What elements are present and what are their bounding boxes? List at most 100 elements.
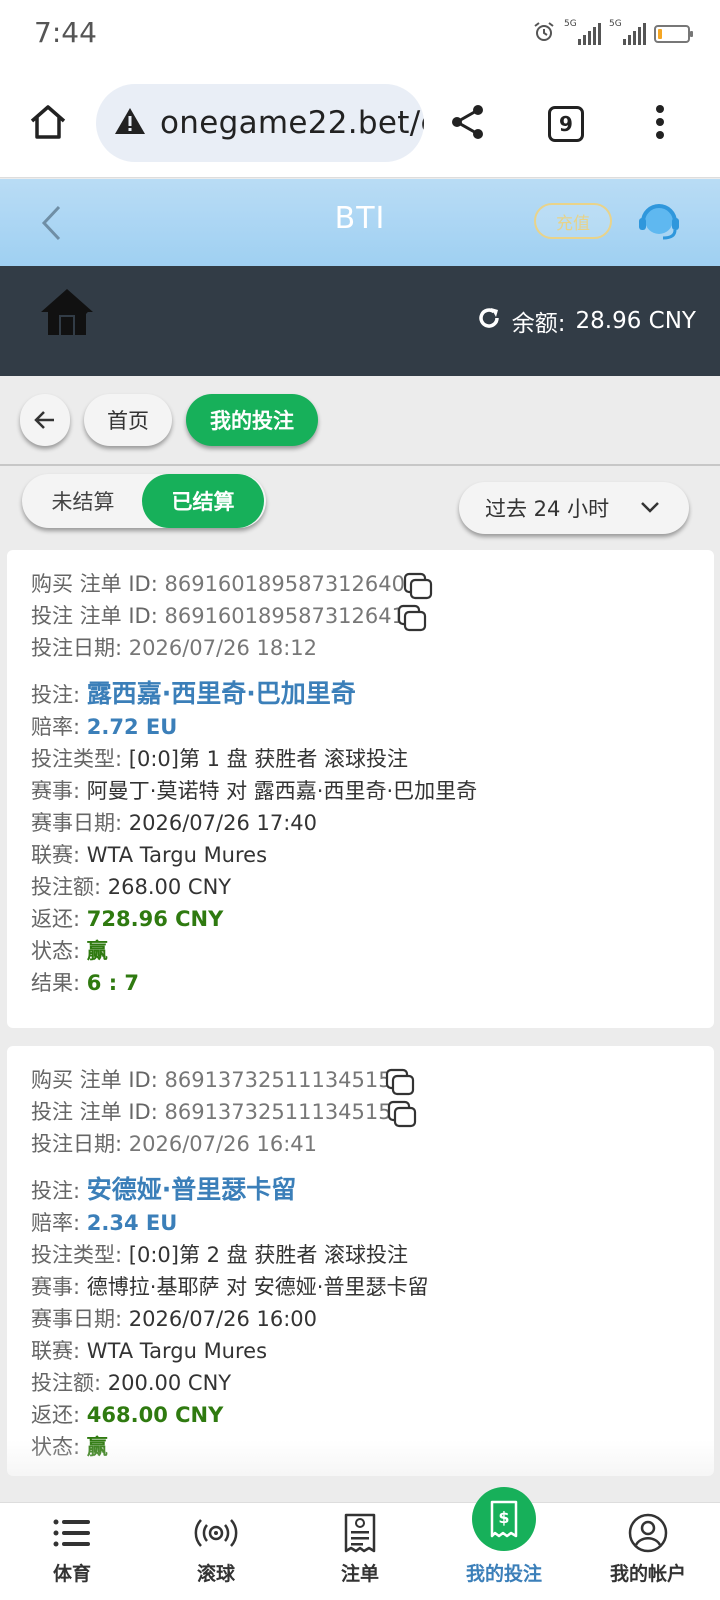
balance-display: 余额: 28.96 CNY <box>476 304 696 338</box>
house-icon[interactable] <box>36 284 98 340</box>
return-row: 返还: 728.96 CNY <box>31 907 224 931</box>
nav-label: 体育 <box>52 1563 91 1585</box>
bet-card: 购买 注单 ID: 869137325111345152 投注 注单 ID: 8… <box>7 1046 714 1476</box>
purchase-id: 869160189587312640 <box>164 572 405 596</box>
event-name: 德博拉·基耶萨 对 安德娅·普里瑟卡留 <box>86 1275 429 1299</box>
recharge-button[interactable]: 充值 <box>534 203 612 239</box>
purchase-id-row: 购买 注单 ID: 869160189587312640 <box>31 568 690 600</box>
nav-label: 我的投注 <box>465 1563 542 1585</box>
tab-count: 9 <box>548 106 584 142</box>
chevron-down-icon <box>639 496 661 523</box>
unsettled-tab[interactable]: 未结算 <box>22 474 144 528</box>
headset-icon[interactable] <box>634 197 684 247</box>
more-icon[interactable] <box>648 100 672 144</box>
stake-row: 投注额: 268.00 CNY <box>31 875 232 899</box>
bet-id-row: 投注 注单 ID: 869160189587312641 <box>31 600 690 632</box>
user-circle-icon <box>627 1513 669 1553</box>
stake-amount: 268.00 CNY <box>107 875 232 899</box>
result-score: 6 : 7 <box>86 971 140 995</box>
status-badge: 赢 <box>86 939 108 963</box>
return-amount: 468.00 CNY <box>86 1403 224 1427</box>
bet-card: 购买 注单 ID: 869160189587312640 投注 注单 ID: 8… <box>7 550 714 1028</box>
period-dropdown[interactable]: 过去 24 小时 <box>459 482 689 534</box>
alarm-icon <box>532 20 556 48</box>
status-icons: 5G 5G <box>532 19 693 48</box>
arrow-left-icon <box>34 411 54 429</box>
back-button[interactable] <box>20 394 70 446</box>
browser-toolbar: onegame22.bet/g 9 <box>0 68 720 178</box>
money-receipt-icon[interactable]: $ <box>472 1487 536 1551</box>
event-date-row: 赛事日期: 2026/07/26 16:00 <box>31 1307 317 1331</box>
event-date-row: 赛事日期: 2026/07/26 17:40 <box>31 811 317 835</box>
status-time: 7:44 <box>34 16 97 49</box>
app-header: BTI 充值 <box>0 179 720 266</box>
bet-type: [0:0]第 2 盘 获胜者 滚球投注 <box>128 1243 409 1267</box>
battery-icon <box>654 25 693 43</box>
nav-item-account[interactable]: 我的帐户 <box>576 1503 720 1600</box>
bet-id: 869160189587312641 <box>164 604 405 628</box>
share-icon[interactable] <box>446 100 490 144</box>
bet-date: 2026/07/26 18:12 <box>128 636 317 660</box>
nav-label: 我的帐户 <box>609 1563 686 1585</box>
address-bar[interactable]: onegame22.bet/g <box>96 84 424 162</box>
home-pill[interactable]: 首页 <box>84 394 172 446</box>
nav-pills: 首页 我的投注 <box>0 376 720 466</box>
bet-type-row: 投注类型: [0:0]第 2 盘 获胜者 滚球投注 <box>31 1243 409 1267</box>
bet-type: [0:0]第 1 盘 获胜者 滚球投注 <box>128 747 409 771</box>
stake-row: 投注额: 200.00 CNY <box>31 1371 232 1395</box>
result-row: 结果: 6 : 7 <box>31 971 140 995</box>
odds-value: 2.34 EU <box>86 1211 178 1235</box>
stake-amount: 200.00 CNY <box>107 1371 232 1395</box>
league-row: 联赛: WTA Targu Mures <box>31 843 268 867</box>
url-text[interactable]: onegame22.bet/g <box>160 105 424 141</box>
bet-date: 2026/07/26 16:41 <box>128 1132 317 1156</box>
balance-amount: 28.96 CNY <box>575 308 696 334</box>
league-name: WTA Targu Mures <box>86 1339 268 1363</box>
tab-switcher-button[interactable]: 9 <box>546 104 586 144</box>
nav-item-live[interactable]: 滚球 <box>144 1503 288 1600</box>
bet-type-row: 投注类型: [0:0]第 1 盘 获胜者 滚球投注 <box>31 747 409 771</box>
return-amount: 728.96 CNY <box>86 907 224 931</box>
home-icon[interactable] <box>26 100 70 144</box>
nav-item-tickets[interactable]: 注单 <box>288 1503 432 1600</box>
refresh-icon[interactable] <box>476 305 502 337</box>
bet-id-row: 投注 注单 ID: 869137325111345153 <box>31 1096 690 1128</box>
league-row: 联赛: WTA Targu Mures <box>31 1339 268 1363</box>
bet-id: 869137325111345153 <box>164 1100 405 1124</box>
app-title: BTI <box>334 201 386 236</box>
event-date: 2026/07/26 17:40 <box>128 811 317 835</box>
warning-icon[interactable] <box>114 106 146 140</box>
odds-value: 2.72 EU <box>86 715 178 739</box>
odds-row: 赔率: 2.34 EU <box>31 1211 178 1235</box>
balance-label: 余额: <box>511 311 566 337</box>
nav-label: 注单 <box>340 1563 379 1585</box>
status-row: 状态: 赢 <box>31 939 108 963</box>
selection-name: 露西嘉·西里奇·巴加里奇 <box>86 679 356 708</box>
event-date: 2026/07/26 16:00 <box>128 1307 317 1331</box>
balance-bar: 余额: 28.96 CNY <box>0 266 720 376</box>
event-row: 赛事: 阿曼丁·莫诺特 对 露西嘉·西里奇·巴加里奇 <box>31 779 478 803</box>
list-icon <box>52 1513 92 1553</box>
signal-icon-1: 5G <box>564 19 601 45</box>
purchase-id-row: 购买 注单 ID: 869137325111345152 <box>31 1064 690 1096</box>
bet-date-row: 投注日期: 2026/07/26 16:41 <box>31 1132 317 1156</box>
my-bets-pill[interactable]: 我的投注 <box>186 394 318 446</box>
purchase-id: 869137325111345152 <box>164 1068 405 1092</box>
scroll-fade <box>0 1440 720 1502</box>
event-row: 赛事: 德博拉·基耶萨 对 安德娅·普里瑟卡留 <box>31 1275 429 1299</box>
selection-row: 投注: 安德娅·普里瑟卡留 <box>31 1175 297 1204</box>
svg-text:$: $ <box>498 1508 509 1527</box>
filter-row: 未结算 已结算 过去 24 小时 <box>0 468 720 558</box>
nav-item-sports[interactable]: 体育 <box>0 1503 144 1600</box>
selection-name: 安德娅·普里瑟卡留 <box>86 1175 297 1204</box>
settled-tab[interactable]: 已结算 <box>142 474 264 528</box>
bottom-nav: 体育 滚球 注单 我的投注 $ 我的帐户 <box>0 1487 720 1600</box>
selection-row: 投注: 露西嘉·西里奇·巴加里奇 <box>31 679 356 708</box>
receipt-icon <box>343 1513 377 1553</box>
event-name: 阿曼丁·莫诺特 对 露西嘉·西里奇·巴加里奇 <box>86 779 478 803</box>
settlement-toggle: 未结算 已结算 <box>22 474 266 528</box>
league-name: WTA Targu Mures <box>86 843 268 867</box>
odds-row: 赔率: 2.72 EU <box>31 715 178 739</box>
signal-icon-2: 5G <box>609 19 646 45</box>
battery-level <box>658 29 662 39</box>
